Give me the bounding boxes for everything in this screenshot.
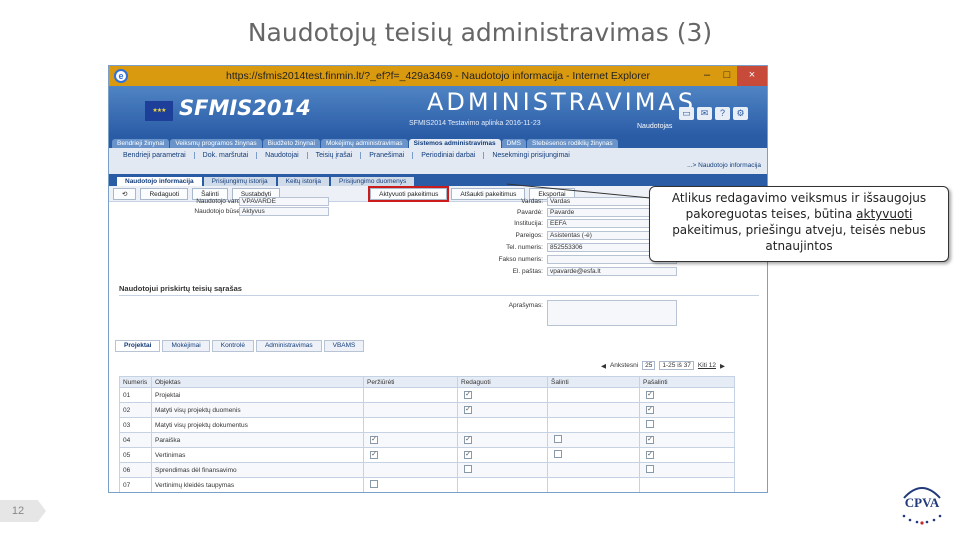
page-number: 12 — [0, 500, 46, 522]
cpva-logo-text: CPVA — [905, 495, 940, 510]
callout-text-end: pakeitimus, priešingu atveju, teisės neb… — [672, 223, 926, 253]
callout-text-emphasis: aktyvuoti — [856, 207, 913, 221]
callout-note: Atlikus redagavimo veiksmus ir išsaugoju… — [649, 186, 949, 262]
cpva-logo: CPVA — [902, 487, 942, 525]
callout-pointer — [506, 183, 651, 199]
